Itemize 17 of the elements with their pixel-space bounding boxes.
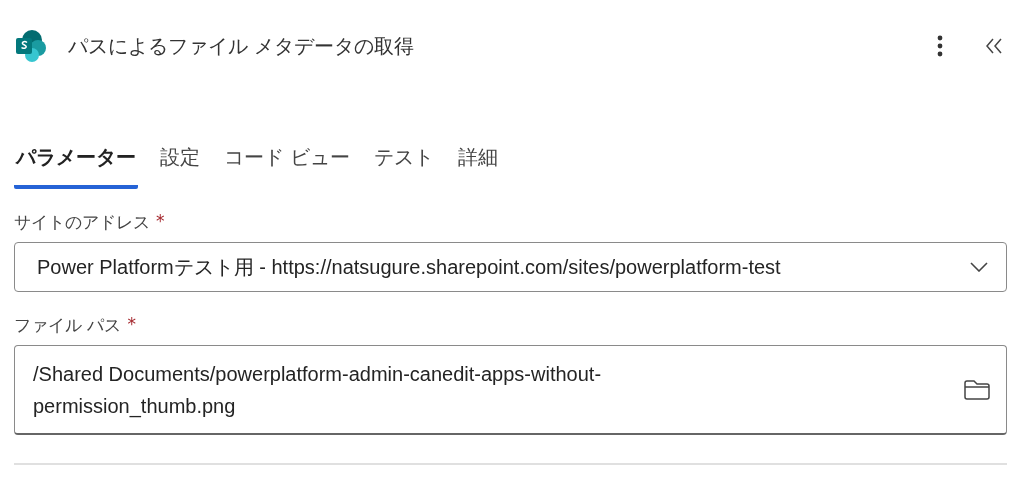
collapse-icon <box>985 37 1003 55</box>
folder-icon[interactable] <box>962 377 992 402</box>
tab[interactable]: パラメーター <box>14 136 138 189</box>
tab[interactable]: 設定 <box>158 136 202 189</box>
tab[interactable]: 詳細 <box>456 136 501 189</box>
required-mark: * <box>127 314 136 336</box>
tab[interactable]: コード ビュー <box>222 136 353 189</box>
action-title: パスによるファイル メタデータの取得 <box>68 32 415 60</box>
site-address-dropdown[interactable]: Power Platformテスト用 - https://natsugure.sharepoint.com/sites/powerplatform-test <box>14 242 1007 292</box>
required-mark: * <box>156 211 165 233</box>
field-label: ファイル パス <box>14 314 122 337</box>
sharepoint-logo-icon <box>14 29 48 63</box>
file-path-field[interactable]: /Shared Documents/powerplatform-admin-canedit-apps-without-permission_thumb.png <box>14 345 1007 435</box>
tab[interactable]: テスト <box>372 136 437 189</box>
more-options-icon <box>937 35 943 57</box>
chevron-down-icon <box>970 262 988 272</box>
field-label: サイトのアドレス <box>14 211 150 234</box>
